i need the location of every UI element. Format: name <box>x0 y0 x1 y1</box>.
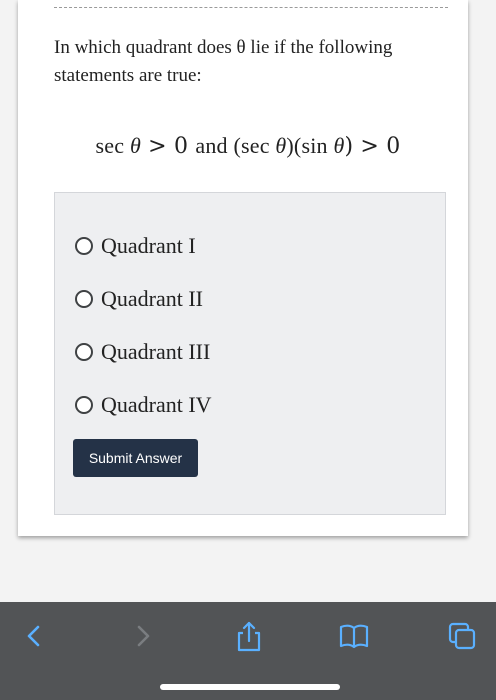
formula-part: (sec <box>227 133 276 158</box>
theta-symbol: θ <box>275 133 287 158</box>
formula-part: ) > 0 <box>344 134 401 159</box>
option-quadrant-iii[interactable]: Quadrant III <box>75 337 210 367</box>
option-label: Quadrant II <box>101 286 204 311</box>
dashed-divider <box>54 7 448 8</box>
option-label: Quadrant I <box>101 233 196 258</box>
formula-part: sec <box>95 133 130 158</box>
formula-part: > 0 <box>140 134 196 159</box>
radio-button[interactable] <box>75 396 93 414</box>
formula: sec θ > 0 and (sec θ)(sin θ) > 0 <box>0 133 496 159</box>
theta-symbol: θ <box>333 133 345 158</box>
tabs-icon[interactable] <box>444 618 480 654</box>
submit-answer-button[interactable]: Submit Answer <box>73 439 198 477</box>
formula-connector: and <box>195 133 228 158</box>
share-icon[interactable] <box>231 618 267 654</box>
bookmarks-icon[interactable] <box>336 618 372 654</box>
radio-button[interactable] <box>75 290 93 308</box>
theta-symbol: θ <box>129 133 141 158</box>
option-quadrant-iv[interactable]: Quadrant IV <box>75 390 212 420</box>
formula-part: )(sin <box>286 133 334 158</box>
option-label: Quadrant IV <box>101 392 212 417</box>
option-quadrant-ii[interactable]: Quadrant II <box>75 284 203 314</box>
forward-chevron-icon <box>125 618 161 654</box>
radio-button[interactable] <box>75 237 93 255</box>
option-label: Quadrant III <box>101 339 211 364</box>
answer-options-box: Quadrant I Quadrant II Quadrant III Quad… <box>54 192 446 515</box>
home-indicator <box>160 684 340 690</box>
back-chevron-icon[interactable] <box>16 618 52 654</box>
question-text: In which quadrant does θ lie if the foll… <box>54 37 393 86</box>
option-quadrant-i[interactable]: Quadrant I <box>75 231 196 261</box>
radio-button[interactable] <box>75 343 93 361</box>
